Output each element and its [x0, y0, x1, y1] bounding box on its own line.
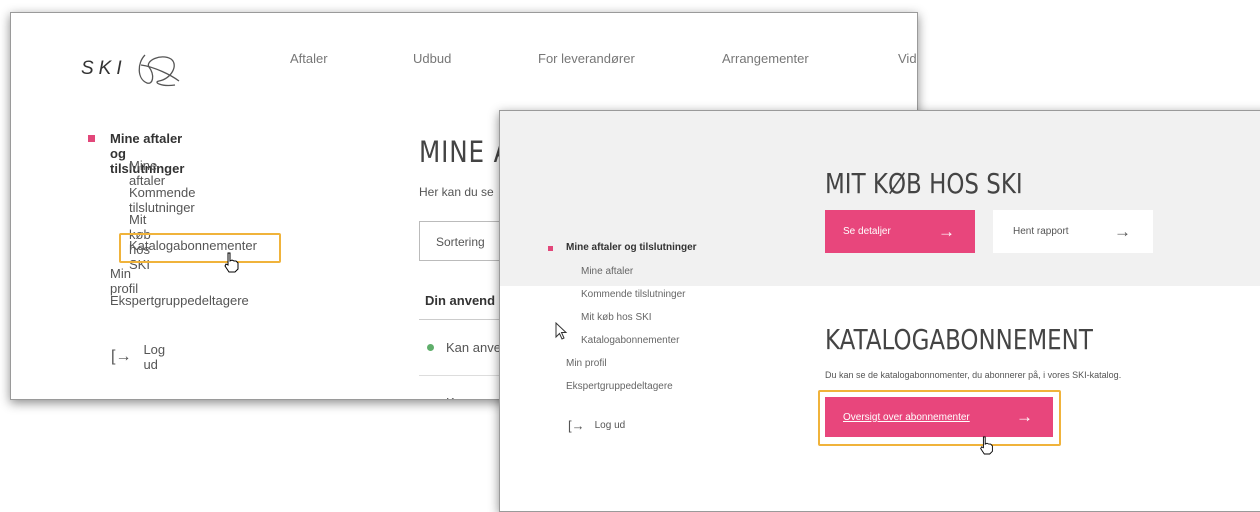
logo-text: SKI	[81, 58, 127, 79]
logout-link[interactable]: [→ Log ud	[568, 418, 625, 433]
sidebar-item-mine-aftaler[interactable]: Mine aftaler	[129, 158, 165, 188]
arrow-right-icon: →	[1114, 221, 1131, 241]
sidebar-item-mine-aftaler-og-tilslutninger[interactable]: Mine aftaler og tilslutninger	[566, 242, 697, 253]
sidebar-item-min-profil[interactable]: Min profil	[110, 266, 138, 296]
highlight-frame	[119, 233, 281, 263]
nav-aftaler[interactable]: Aftaler	[290, 51, 328, 66]
list-item-label: K	[446, 395, 455, 399]
list-item[interactable]: Kan anve	[427, 340, 501, 355]
se-detaljer-button[interactable]: Se detaljer →	[825, 210, 975, 253]
sidebar-item-mit-koeb-hos-ski[interactable]: Mit køb hos SKI	[581, 312, 652, 323]
logout-icon: [→	[111, 348, 132, 365]
sidebar-item-kommende-tilslutninger[interactable]: Kommende tilslutninger	[581, 289, 686, 300]
nav-udbud[interactable]: Udbud	[413, 51, 451, 66]
nav-arrangementer[interactable]: Arrangementer	[722, 51, 809, 66]
status-dot-icon	[427, 344, 434, 351]
page-intro: Her kan du se	[419, 185, 494, 199]
arrow-right-icon: →	[1016, 407, 1033, 426]
sidebar-item-kommende-tilslutninger[interactable]: Kommende tilslutninger	[129, 185, 195, 215]
button-label: Oversigt over abonnementer	[843, 411, 970, 423]
ski-logo-swoosh-icon	[138, 54, 180, 87]
nav-for-leverandorer[interactable]: For leverandører	[538, 51, 635, 66]
hand-cursor-icon	[980, 436, 993, 455]
nav-vid[interactable]: Vid	[898, 51, 917, 66]
status-dot-icon	[427, 399, 434, 400]
sidebar-item-katalogabonnementer[interactable]: Katalogabonnementer	[581, 335, 679, 346]
section-intro: Du kan se de katalogabonnomenter, du abo…	[825, 370, 1122, 380]
active-section-marker	[88, 135, 95, 142]
button-label: Se detaljer	[843, 226, 891, 237]
window-mit-koeb: MIT KØB HOS SKI Se detaljer → Hent rappo…	[499, 110, 1260, 512]
sidebar-item-ekspertgruppedeltagere[interactable]: Ekspertgruppedeltagere	[110, 293, 249, 308]
logout-label: Log ud	[143, 342, 166, 372]
active-section-marker	[548, 246, 553, 251]
sidebar-item-ekspertgruppedeltagere[interactable]: Ekspertgruppedeltagere	[566, 381, 673, 392]
button-label: Hent rapport	[1013, 226, 1069, 237]
logout-icon: [→	[568, 418, 585, 433]
ski-logo[interactable]: SKI	[81, 49, 183, 89]
oversigt-over-abonnementer-button[interactable]: Oversigt over abonnementer →	[825, 397, 1053, 437]
arrow-right-icon: →	[938, 221, 955, 241]
sidebar-item-min-profil[interactable]: Min profil	[566, 358, 607, 369]
hand-cursor-icon	[224, 252, 239, 273]
arrow-cursor-icon	[555, 322, 568, 340]
page-title: MINE A	[419, 135, 512, 169]
logout-label: Log ud	[594, 420, 626, 431]
tab-din-anvendelse[interactable]: Din anvend	[425, 293, 495, 308]
list-item[interactable]: K	[427, 395, 455, 400]
section-title-katalogabonnement: KATALOGABONNEMENT	[825, 323, 1093, 356]
sidebar-item-mine-aftaler[interactable]: Mine aftaler	[581, 266, 633, 277]
hent-rapport-button[interactable]: Hent rapport →	[993, 210, 1153, 253]
logout-link[interactable]: [→ Log ud	[111, 342, 165, 372]
section-title-mit-koeb: MIT KØB HOS SKI	[825, 167, 1023, 200]
sort-label: Sortering	[436, 235, 485, 249]
list-item-label: Kan anve	[446, 340, 501, 355]
